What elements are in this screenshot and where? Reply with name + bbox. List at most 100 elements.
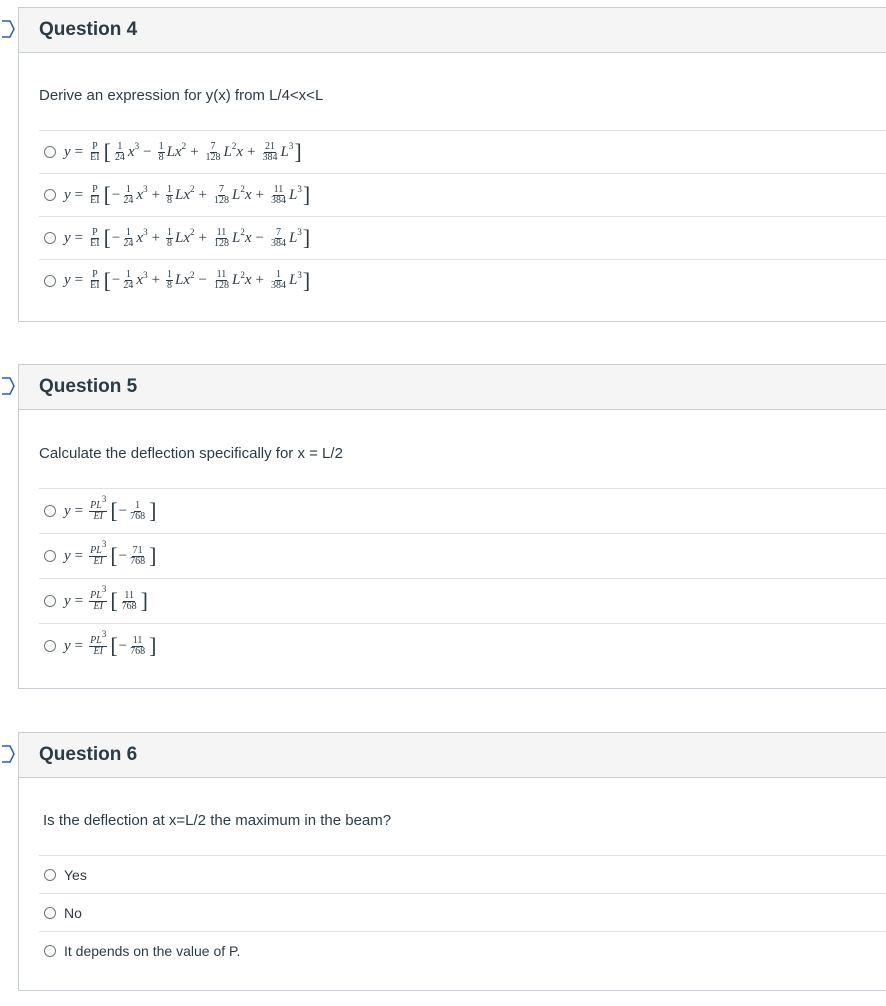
exponent: 2 [240,227,245,237]
answer-expression: y = P EI[−1 24 x 3 +1 8 Lx 2 +11 128 L 2 x −7 384 L 3] [64,227,311,249]
left-bracket: [ [103,139,111,164]
variable-l: L [223,143,232,160]
fraction: 18 [166,227,174,249]
exponent: 3 [297,269,302,280]
radio-button[interactable] [44,550,56,562]
fraction-denominator: 768 [130,555,146,567]
answer-option[interactable]: y = P EI[−1 24 x 3 +1 8 Lx 2−11 128 L 2 x +1 384 L 3] [39,259,886,301]
fraction: 21 384 [262,141,279,163]
answer-option[interactable]: y = PL3 EI [11 768] [39,578,886,623]
fraction-numerator: P [91,226,99,239]
fraction-denominator: 128 [214,237,229,249]
sign: − [111,229,121,246]
radio-button[interactable] [44,232,56,244]
equals-sign: = [74,547,84,564]
exponent: 3 [143,184,148,194]
answer-option[interactable]: No [39,893,886,931]
question-text: Calculate the deflection specifically fo… [39,445,343,462]
question-header: Question 5 [19,365,886,410]
fraction-numerator: 1 [124,183,132,196]
fraction-denominator: 24 [123,194,134,206]
right-bracket: ] [140,588,148,613]
fraction-numerator: 71 [131,544,144,557]
answer-option[interactable]: y = PL3 EI [−1 768] [39,488,886,533]
variable-lx: Lx [166,143,182,160]
radio-button[interactable] [44,505,56,517]
exponent: 3 [297,184,302,194]
sign: + [151,272,161,288]
answer-expression: y = P EI[1 24 x 3−1 8 Lx 2 +7 128 L 2 x +21 384 L 3] [64,141,303,163]
right-bracket: ] [302,267,311,293]
flag-icon[interactable] [1,20,15,38]
fraction-numerator: 11 [131,634,144,647]
left-bracket: [ [103,225,111,250]
fraction-denominator: 24 [123,237,134,249]
left-bracket: [ [103,182,111,207]
sign: − [255,229,264,246]
variable-y: y [64,186,71,203]
fraction: 7 128 [213,184,230,206]
question-title: Question 5 [39,376,138,397]
flag-icon[interactable] [1,377,15,395]
fraction-denominator: EI [93,556,103,567]
fraction-numerator: 1 [116,140,124,153]
answer-expression: y = PL3 EI [11 768] [64,584,149,613]
fraction-denominator: EI [93,601,103,612]
answer-list: y = P EI[1 24 x 3−1 8 Lx 2 +7 128 L 2 x +21 384 L 3] y = P EI[… [39,130,886,301]
answer-option[interactable]: y = P EI[−1 24 x 3 +1 8 Lx 2 +7 128 L 2 x +11 384 L 3] [39,173,886,216]
sign: + [247,143,256,160]
variable-pl: PL [90,635,102,646]
sign: − [118,502,128,519]
sign: + [151,186,161,203]
question-header: Question 4 [19,8,886,53]
answer-option[interactable]: y = P EI[1 24 x 3−1 8 Lx 2 +7 128 L 2 x +21 384 L 3] [39,130,886,173]
fraction-denominator: 768 [130,510,146,522]
fraction: 7 128 [205,140,222,163]
answer-option[interactable]: y = PL3 EI [−11 768] [39,623,886,668]
radio-button[interactable] [44,868,56,881]
answer-option[interactable]: Yes [39,855,886,893]
radio-button[interactable] [44,906,56,919]
variable-x: x [244,186,252,203]
exponent: 2 [190,269,195,280]
fraction-numerator: 11 [123,589,135,602]
question-title: Question 4 [39,19,138,40]
question-text: Derive an expression for y(x) from L/4<x… [39,87,324,104]
exponent: 2 [181,141,187,151]
exponent: 2 [190,227,195,237]
radio-button[interactable] [44,595,56,607]
variable-x: x [136,272,144,288]
sign: − [143,143,152,160]
answer-option[interactable]: y = P EI[−1 24 x 3 +1 8 Lx 2 +11 128 L 2 x −7 384 L 3] [39,216,886,259]
answer-list: y = PL3 EI[−1 768] y = PL3 EI[−71 768] y = PL3 EI[11 7… [39,488,886,668]
radio-button[interactable] [44,146,56,158]
fraction: 18 [157,141,165,163]
fraction-denominator: 128 [214,280,229,291]
fraction-numerator: 7 [209,140,217,153]
variable-x: x [136,186,144,203]
radio-button[interactable] [44,944,56,957]
variable-x: x [136,229,144,246]
sign: + [151,229,161,246]
fraction: 18 [166,270,174,291]
fraction: P EI [89,184,100,206]
fraction: 11 768 [121,589,138,612]
fraction: 1 384 [270,270,287,291]
fraction-numerator: 11 [215,226,228,239]
exponent: 3 [143,227,148,237]
variable-lx: Lx [175,272,191,288]
sign: − [118,547,128,564]
radio-button[interactable] [44,640,56,652]
exponent: 3 [101,584,107,594]
flag-icon[interactable] [1,745,15,763]
variable-pl: PL [90,545,102,556]
variable-lx: Lx [175,186,191,203]
radio-button[interactable] [44,189,56,201]
answer-option[interactable]: It depends on the value of P. [39,931,886,969]
right-bracket: ] [302,182,311,207]
answer-option[interactable]: y = PL3 EI [−71 768] [39,533,886,578]
radio-button[interactable] [44,274,56,287]
fraction: 18 [166,184,174,206]
fraction: 1 24 [122,227,134,249]
answer-label: No [64,904,82,921]
